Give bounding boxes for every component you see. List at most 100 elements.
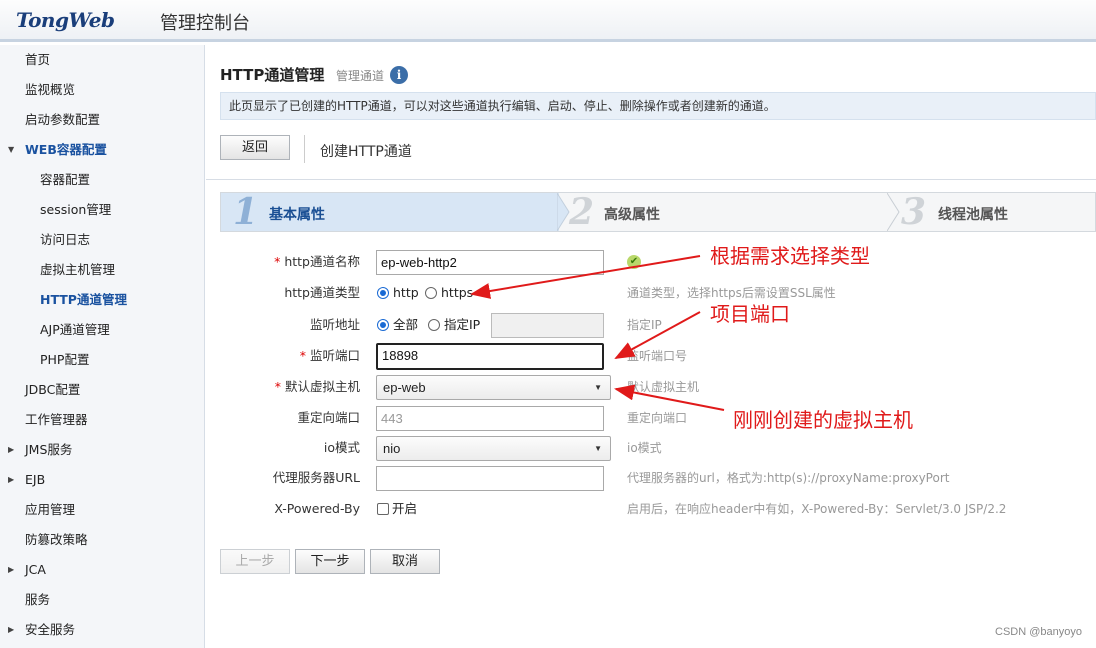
sidebar-item-app-management[interactable]: 应用管理 — [0, 495, 204, 525]
sidebar-item-label: 安全服务 — [25, 622, 76, 637]
step-threadpool[interactable]: 3 线程池属性 — [901, 191, 1095, 233]
field-label: * 默认虚拟主机 — [275, 372, 360, 402]
chevron-down-icon: ▼ — [594, 383, 602, 392]
row-io-mode: io模式 nio ▼ io模式 — [206, 433, 1096, 463]
sidebar-item-work-manager[interactable]: 工作管理器 — [0, 405, 204, 435]
top-header: TongWeb 管理控制台 — [0, 0, 1096, 42]
sidebar-item-label: 虚拟主机管理 — [40, 262, 116, 277]
info-icon[interactable]: i — [390, 66, 408, 84]
chevron-right-icon: ▶ — [8, 445, 15, 454]
sidebar-item-label: 监视概览 — [25, 82, 76, 97]
field-hint: 启用后，在响应header中有如，X-Powered-By：Servlet/3.… — [627, 502, 1007, 516]
row-proxy-url: 代理服务器URL 代理服务器的url，格式为:http(s)://proxyNa… — [206, 463, 1096, 493]
type-https-radio[interactable] — [425, 287, 437, 299]
sidebar-item-web-container[interactable]: ▼ WEB容器配置 — [0, 135, 204, 165]
sidebar-item-jdbc[interactable]: JDBC配置 — [0, 375, 204, 405]
sidebar-item-php-config[interactable]: PHP配置 — [0, 345, 204, 375]
radio-label: https — [441, 285, 474, 300]
field-label: 重定向端口 — [297, 410, 360, 425]
radio-label: 指定IP — [444, 317, 481, 332]
sidebar-item-services[interactable]: 服务 — [0, 585, 204, 615]
divider — [206, 179, 1096, 180]
field-hint: io模式 — [627, 441, 662, 455]
sidebar-item-http-channel[interactable]: HTTP通道管理 — [0, 285, 204, 315]
sidebar-item-container-config[interactable]: 容器配置 — [0, 165, 204, 195]
section-title: 创建HTTP通道 — [320, 144, 412, 160]
sidebar-item-label: 容器配置 — [40, 172, 91, 187]
wizard-steps: 1 基本属性 2 高级属性 3 线程池属性 — [220, 191, 1096, 233]
x-powered-by-checkbox[interactable] — [377, 503, 389, 515]
default-vhost-select[interactable]: ep-web ▼ — [376, 375, 611, 400]
sidebar-item-label: 服务 — [25, 592, 51, 607]
select-value: ep-web — [383, 380, 426, 395]
row-channel-name: * http通道名称 ep-web-http2 ✔ — [206, 247, 1096, 277]
sidebar-item-label: JMS服务 — [25, 442, 73, 457]
back-button[interactable]: 返回 — [220, 135, 290, 160]
sidebar-item-session[interactable]: session管理 — [0, 195, 204, 225]
channel-name-input[interactable]: ep-web-http2 — [376, 250, 604, 275]
row-listen-port: * 监听端口 18898 监听端口号 — [206, 341, 1096, 371]
sidebar-item-tamper-policy[interactable]: 防篡改策略 — [0, 525, 204, 555]
sidebar-item-home[interactable]: 首页 — [0, 45, 204, 75]
row-x-powered-by: X-Powered-By 开启 启用后，在响应header中有如，X-Power… — [206, 494, 1096, 524]
field-hint: 监听端口号 — [627, 349, 688, 363]
field-label: * 监听端口 — [300, 341, 360, 371]
type-http-radio[interactable] — [377, 287, 389, 299]
required-mark: * — [299, 348, 306, 363]
checkbox-label: 开启 — [392, 501, 418, 516]
row-default-vhost: * 默认虚拟主机 ep-web ▼ 默认虚拟主机 — [206, 372, 1096, 402]
sidebar-item-label: WEB容器配置 — [25, 142, 107, 157]
watermark: CSDN @banyoyo — [995, 626, 1082, 638]
step-label: 线程池属性 — [938, 207, 1008, 223]
radio-label: 全部 — [393, 317, 419, 332]
sidebar-item-label: 访问日志 — [40, 232, 91, 247]
step-basic[interactable]: 1 基本属性 — [221, 191, 559, 233]
step-number: 3 — [901, 191, 927, 233]
sidebar-item-virtual-host[interactable]: 虚拟主机管理 — [0, 255, 204, 285]
field-hint: 指定IP — [627, 318, 662, 332]
field-label: 监听地址 — [309, 317, 360, 332]
check-icon: ✔ — [627, 255, 641, 269]
next-button[interactable]: 下一步 — [295, 549, 365, 574]
sidebar-item-label: 工作管理器 — [25, 412, 88, 427]
annotation-select-type: 根据需求选择类型 — [710, 244, 870, 268]
redirect-port-input[interactable]: 443 — [376, 406, 604, 431]
field-label: io模式 — [323, 440, 360, 455]
field-hint: 代理服务器的url，格式为:http(s)://proxyName:proxyP… — [627, 471, 950, 485]
sidebar-item-startup-params[interactable]: 启动参数配置 — [0, 105, 204, 135]
chevron-right-icon: ▶ — [8, 565, 15, 574]
step-advanced[interactable]: 2 高级属性 — [569, 191, 889, 233]
sidebar-item-label: 启动参数配置 — [25, 112, 101, 127]
step-number: 2 — [569, 191, 595, 233]
chevron-down-icon: ▼ — [8, 145, 15, 154]
proxy-url-input[interactable] — [376, 466, 604, 491]
listen-ip-radio[interactable] — [428, 319, 440, 331]
sidebar-item-label: session管理 — [40, 202, 112, 217]
listen-all-radio[interactable] — [377, 319, 389, 331]
page-description: 此页显示了已创建的HTTP通道，可以对这些通道执行编辑、启动、停止、删除操作或者… — [220, 92, 1096, 120]
sidebar-item-jms[interactable]: ▶ JMS服务 — [0, 435, 204, 465]
step-arrow-icon — [887, 193, 900, 231]
required-mark: * — [274, 379, 281, 394]
sidebar-item-monitor-overview[interactable]: 监视概览 — [0, 75, 204, 105]
listen-port-input[interactable]: 18898 — [376, 343, 604, 370]
cancel-button[interactable]: 取消 — [370, 549, 440, 574]
sidebar-item-jca[interactable]: ▶ JCA — [0, 555, 204, 585]
divider — [304, 135, 305, 163]
step-label: 高级属性 — [604, 207, 660, 223]
listen-ip-input[interactable] — [491, 313, 604, 338]
field-label: http通道类型 — [284, 285, 360, 300]
sidebar-item-security[interactable]: ▶ 安全服务 — [0, 615, 204, 645]
page-subtitle: 管理通道 — [336, 69, 385, 83]
annotation-new-vhost: 刚刚创建的虚拟主机 — [733, 408, 913, 432]
page-title: HTTP通道管理 — [220, 66, 325, 84]
row-channel-type: http通道类型 http https 通道类型，选择https后需设置SSL属… — [206, 278, 1096, 308]
sidebar-item-ejb[interactable]: ▶ EJB — [0, 465, 204, 495]
prev-button[interactable]: 上一步 — [220, 549, 290, 574]
sidebar-item-label: AJP通道管理 — [40, 322, 110, 337]
row-listen-address: 监听地址 全部 指定IP 指定IP — [206, 310, 1096, 340]
io-mode-select[interactable]: nio ▼ — [376, 436, 611, 461]
sidebar-item-ajp-channel[interactable]: AJP通道管理 — [0, 315, 204, 345]
row-redirect-port: 重定向端口 443 重定向端口 — [206, 403, 1096, 433]
sidebar-item-access-log[interactable]: 访问日志 — [0, 225, 204, 255]
